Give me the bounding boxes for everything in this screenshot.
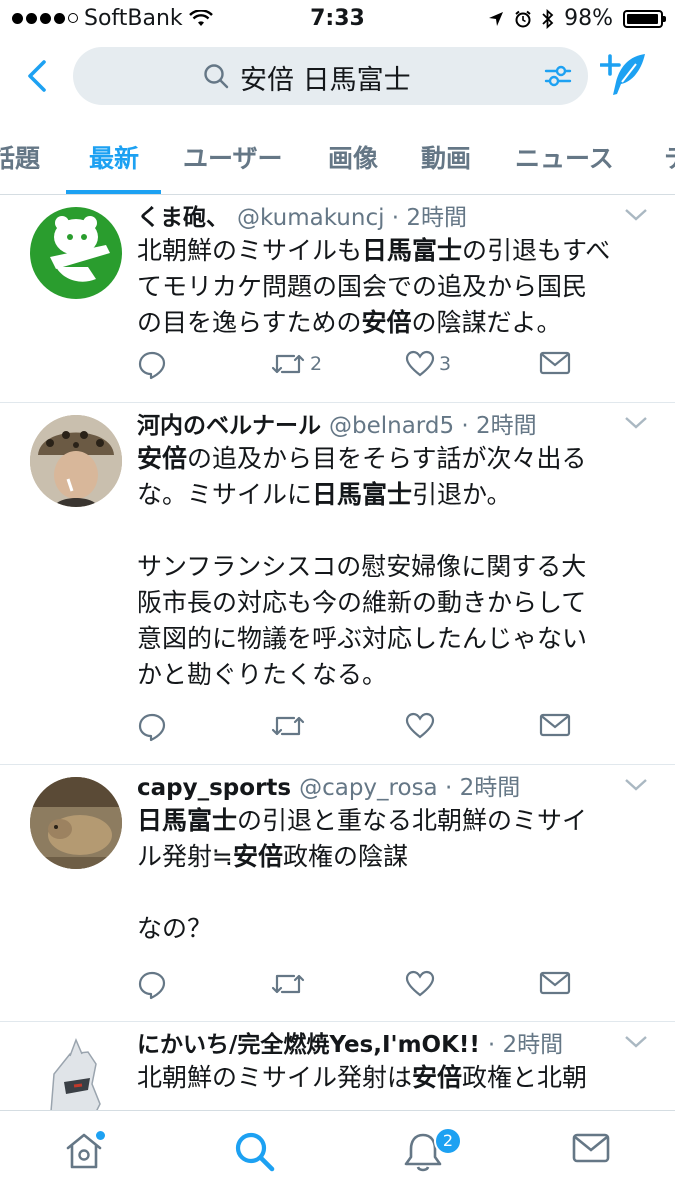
carrier-label: SoftBank [84, 6, 183, 31]
reply-icon[interactable] [137, 712, 167, 742]
alarm-icon [515, 10, 531, 27]
tweet-text: 北朝鮮のミサイル発射は安倍政権と北朝 [137, 1060, 645, 1096]
like-button[interactable] [405, 712, 439, 740]
heart-icon [405, 970, 435, 997]
direct-message-icon[interactable] [539, 350, 571, 376]
active-tab-indicator [66, 190, 161, 194]
tweet[interactable]: 河内のベルナール @belnard5 · 2時間 安倍の追及から目をそらす話が次々… [0, 403, 675, 765]
like-button[interactable] [405, 970, 439, 998]
tab-top[interactable]: 話題 [0, 139, 40, 175]
avatar[interactable] [30, 777, 122, 869]
reply-icon[interactable] [137, 350, 167, 380]
bluetooth-icon [542, 8, 554, 29]
retweet-button[interactable]: 2 [270, 350, 322, 378]
heart-icon [405, 350, 435, 377]
chevron-down-icon[interactable] [623, 1034, 649, 1050]
tweet[interactable]: capy_sports @capy_rosa · 2時間 日馬富士の引退と重なる北… [0, 765, 675, 1022]
avatar[interactable] [30, 207, 122, 299]
tweet-handle-time[interactable]: @belnard5 · 2時間 [329, 413, 537, 439]
filter-settings-icon[interactable] [544, 63, 572, 89]
retweet-icon [271, 974, 305, 994]
tab-videos[interactable]: 動画 [421, 139, 471, 175]
highlighted-term: 安倍 [232, 842, 283, 871]
highlighted-term: 安倍 [361, 308, 412, 337]
signal-strength-icon [12, 13, 78, 24]
avatar[interactable] [30, 415, 122, 507]
search-input[interactable]: 安倍 日馬富士 [73, 47, 588, 105]
chevron-down-icon[interactable] [623, 207, 649, 223]
retweet-icon [271, 716, 305, 736]
direct-message-icon[interactable] [539, 970, 571, 996]
tweet-author-name[interactable]: capy_sports [137, 775, 291, 801]
tweet-handle-time[interactable]: @kumakuncj · 2時間 [237, 205, 467, 231]
battery-percent: 98% [564, 6, 613, 31]
tab-latest[interactable]: 最新 [89, 139, 139, 175]
retweet-button[interactable] [270, 970, 310, 998]
tweet-text: 北朝鮮のミサイルも日馬富士の引退もすべ てモリカケ問題の国会での追及から国民 の… [137, 233, 645, 341]
highlighted-term: 日馬富士 [312, 480, 413, 509]
notifications-badge: 2 [434, 1127, 462, 1155]
retweet-button[interactable] [270, 712, 310, 740]
search-result-tabs: 話題 最新 ユーザー 画像 動画 ニュース テ [0, 114, 675, 195]
compose-tweet-icon[interactable] [600, 52, 648, 98]
tweet[interactable]: にかいち/完全燃焼Yes,I'mOK!! · 2時間 北朝鮮のミサイル発射は安倍政… [0, 1022, 675, 1112]
tweet-handle-time[interactable]: @capy_rosa · 2時間 [299, 775, 520, 801]
highlighted-term: 日馬富士 [137, 806, 238, 835]
bottom-tab-bar: 2 [0, 1110, 675, 1201]
tweet-author-name[interactable]: にかいち/完全燃焼Yes,I'mOK!! [137, 1032, 480, 1058]
highlighted-term: 日馬富士 [362, 236, 463, 265]
tab-photos[interactable]: 画像 [328, 139, 378, 175]
heart-icon [405, 712, 435, 739]
home-new-content-dot [96, 1131, 105, 1140]
direct-message-icon[interactable] [539, 712, 571, 738]
highlighted-term: 安倍 [137, 444, 188, 473]
location-arrow-icon [489, 11, 504, 26]
retweet-count: 2 [310, 353, 323, 375]
tab-news[interactable]: ニュース [515, 139, 614, 175]
search-query: 安倍 日馬富士 [240, 65, 411, 96]
tweet-author-name[interactable]: くま砲、 [137, 205, 229, 231]
avatar[interactable] [30, 1034, 122, 1112]
tweet[interactable]: くま砲、 @kumakuncj · 2時間 北朝鮮のミサイルも日馬富士の引退もすべ… [0, 195, 675, 403]
tab-more[interactable]: テ [664, 139, 675, 175]
tab-users[interactable]: ユーザー [183, 139, 283, 175]
chevron-down-icon[interactable] [623, 777, 649, 793]
tweet-text: 日馬富士の引退と重なる北朝鮮のミサイ ル発射≒安倍政権の陰謀 なの？ [137, 803, 645, 947]
battery-icon [623, 9, 666, 28]
tweet-text-segment: 北朝鮮のミサイル発射は [137, 1063, 413, 1092]
tweet-author-name[interactable]: 河内のベルナール [137, 413, 321, 439]
search-header: 安倍 日馬富士 [0, 38, 675, 114]
like-count: 3 [439, 353, 452, 375]
search-tab-icon[interactable] [234, 1131, 276, 1173]
status-bar: SoftBank 7:33 98% [0, 0, 675, 38]
tweet-handle-time[interactable]: · 2時間 [488, 1032, 563, 1058]
retweet-icon [271, 354, 305, 374]
tweet-text: 安倍の追及から目をそらす話が次々出る な。ミサイルに日馬富士引退か。 サンフラン… [137, 441, 645, 693]
wifi-icon [188, 9, 213, 26]
tweet-text-segment: 政権と北朝 [462, 1063, 588, 1092]
like-button[interactable]: 3 [405, 350, 451, 378]
back-arrow-icon[interactable] [18, 54, 58, 98]
tweet-text-segment: 引退か。 サンフランシスコの慰安婦像に関する大 阪市長の対応も今の維新の動きから… [137, 480, 588, 689]
highlighted-term: 安倍 [412, 1063, 463, 1092]
messages-icon[interactable] [572, 1131, 610, 1165]
reply-icon[interactable] [137, 970, 167, 1000]
tweet-text-segment: の陰謀だよ。 [411, 308, 562, 337]
search-icon [204, 64, 229, 89]
chevron-down-icon[interactable] [623, 415, 649, 431]
tweet-text-segment: 北朝鮮のミサイルも [137, 236, 363, 265]
